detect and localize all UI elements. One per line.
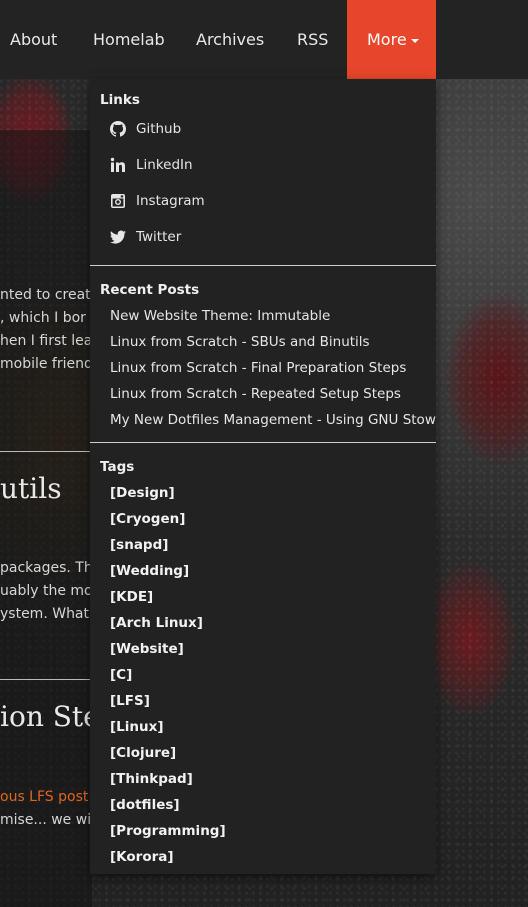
- tag-link[interactable]: [Thinkpad]: [110, 771, 193, 787]
- article-text: mise... we wi: [0, 812, 92, 828]
- article-link[interactable]: ous LFS post: [0, 789, 92, 805]
- nav-homelab[interactable]: Homelab: [93, 0, 165, 79]
- tag-link[interactable]: [Programming]: [110, 823, 226, 839]
- article-text: uably the mos: [0, 583, 92, 599]
- article-text: hen I first lear: [0, 333, 92, 349]
- article-text: packages. Th: [0, 560, 92, 576]
- nav-more-label: More: [367, 30, 407, 49]
- recent-post-link[interactable]: Linux from Scratch - Repeated Setup Step…: [110, 386, 401, 402]
- link-instagram[interactable]: Instagram: [110, 193, 205, 209]
- tag-link[interactable]: [C]: [110, 667, 132, 683]
- article-text: nted to creat: [0, 287, 91, 303]
- link-github[interactable]: Github: [110, 121, 181, 137]
- link-label: Instagram: [136, 193, 205, 209]
- tags-header: Tags: [100, 459, 135, 475]
- tag-link[interactable]: [dotfiles]: [110, 797, 180, 813]
- article-text: , which I bor: [0, 310, 86, 326]
- dropdown-divider: [90, 265, 436, 266]
- article-divider: [0, 679, 92, 680]
- tag-link[interactable]: [Design]: [110, 485, 175, 501]
- instagram-icon: [110, 193, 126, 209]
- tag-link[interactable]: [Linux]: [110, 719, 164, 735]
- article-title[interactable]: ion Ste: [0, 700, 92, 733]
- caret-down-icon: [410, 38, 419, 43]
- link-twitter[interactable]: Twitter: [110, 229, 181, 245]
- recent-post-link[interactable]: My New Dotfiles Management - Using GNU S…: [110, 412, 436, 428]
- link-linkedin[interactable]: LinkedIn: [110, 157, 193, 173]
- nav-archives[interactable]: Archives: [196, 0, 264, 79]
- link-label: LinkedIn: [136, 157, 193, 173]
- article-divider: [0, 451, 92, 452]
- nav-more-dropdown[interactable]: More: [347, 0, 436, 79]
- recent-posts-header: Recent Posts: [100, 282, 200, 298]
- tag-link[interactable]: [snapd]: [110, 537, 168, 553]
- top-navbar: About Homelab Archives RSS More: [0, 0, 528, 79]
- links-header: Links: [100, 92, 140, 108]
- tag-link[interactable]: [Cryogen]: [110, 511, 185, 527]
- twitter-icon: [110, 229, 126, 245]
- tag-link[interactable]: [Clojure]: [110, 745, 176, 761]
- recent-post-link[interactable]: Linux from Scratch - SBUs and Binutils: [110, 334, 370, 350]
- nav-rss[interactable]: RSS: [297, 0, 328, 79]
- tag-link[interactable]: [KDE]: [110, 589, 153, 605]
- link-label: Github: [136, 121, 182, 137]
- tag-link[interactable]: [LFS]: [110, 693, 150, 709]
- github-icon: [110, 121, 126, 137]
- dropdown-divider: [90, 442, 436, 443]
- article-text: ystem. What': [0, 606, 92, 622]
- more-dropdown-menu: Links Github LinkedIn Instagram Twitter …: [90, 79, 436, 874]
- tag-link[interactable]: [Website]: [110, 641, 184, 657]
- tag-link[interactable]: [Korora]: [110, 849, 174, 865]
- recent-post-link[interactable]: Linux from Scratch - Final Preparation S…: [110, 360, 406, 376]
- article-title[interactable]: utils: [0, 472, 92, 505]
- recent-post-link[interactable]: New Website Theme: Immutable: [110, 308, 330, 324]
- tag-link[interactable]: [Arch Linux]: [110, 615, 203, 631]
- linkedin-icon: [110, 157, 126, 173]
- article-text: mobile friend: [0, 356, 92, 372]
- link-label: Twitter: [136, 229, 182, 245]
- nav-about[interactable]: About: [10, 0, 57, 79]
- tag-link[interactable]: [Wedding]: [110, 563, 189, 579]
